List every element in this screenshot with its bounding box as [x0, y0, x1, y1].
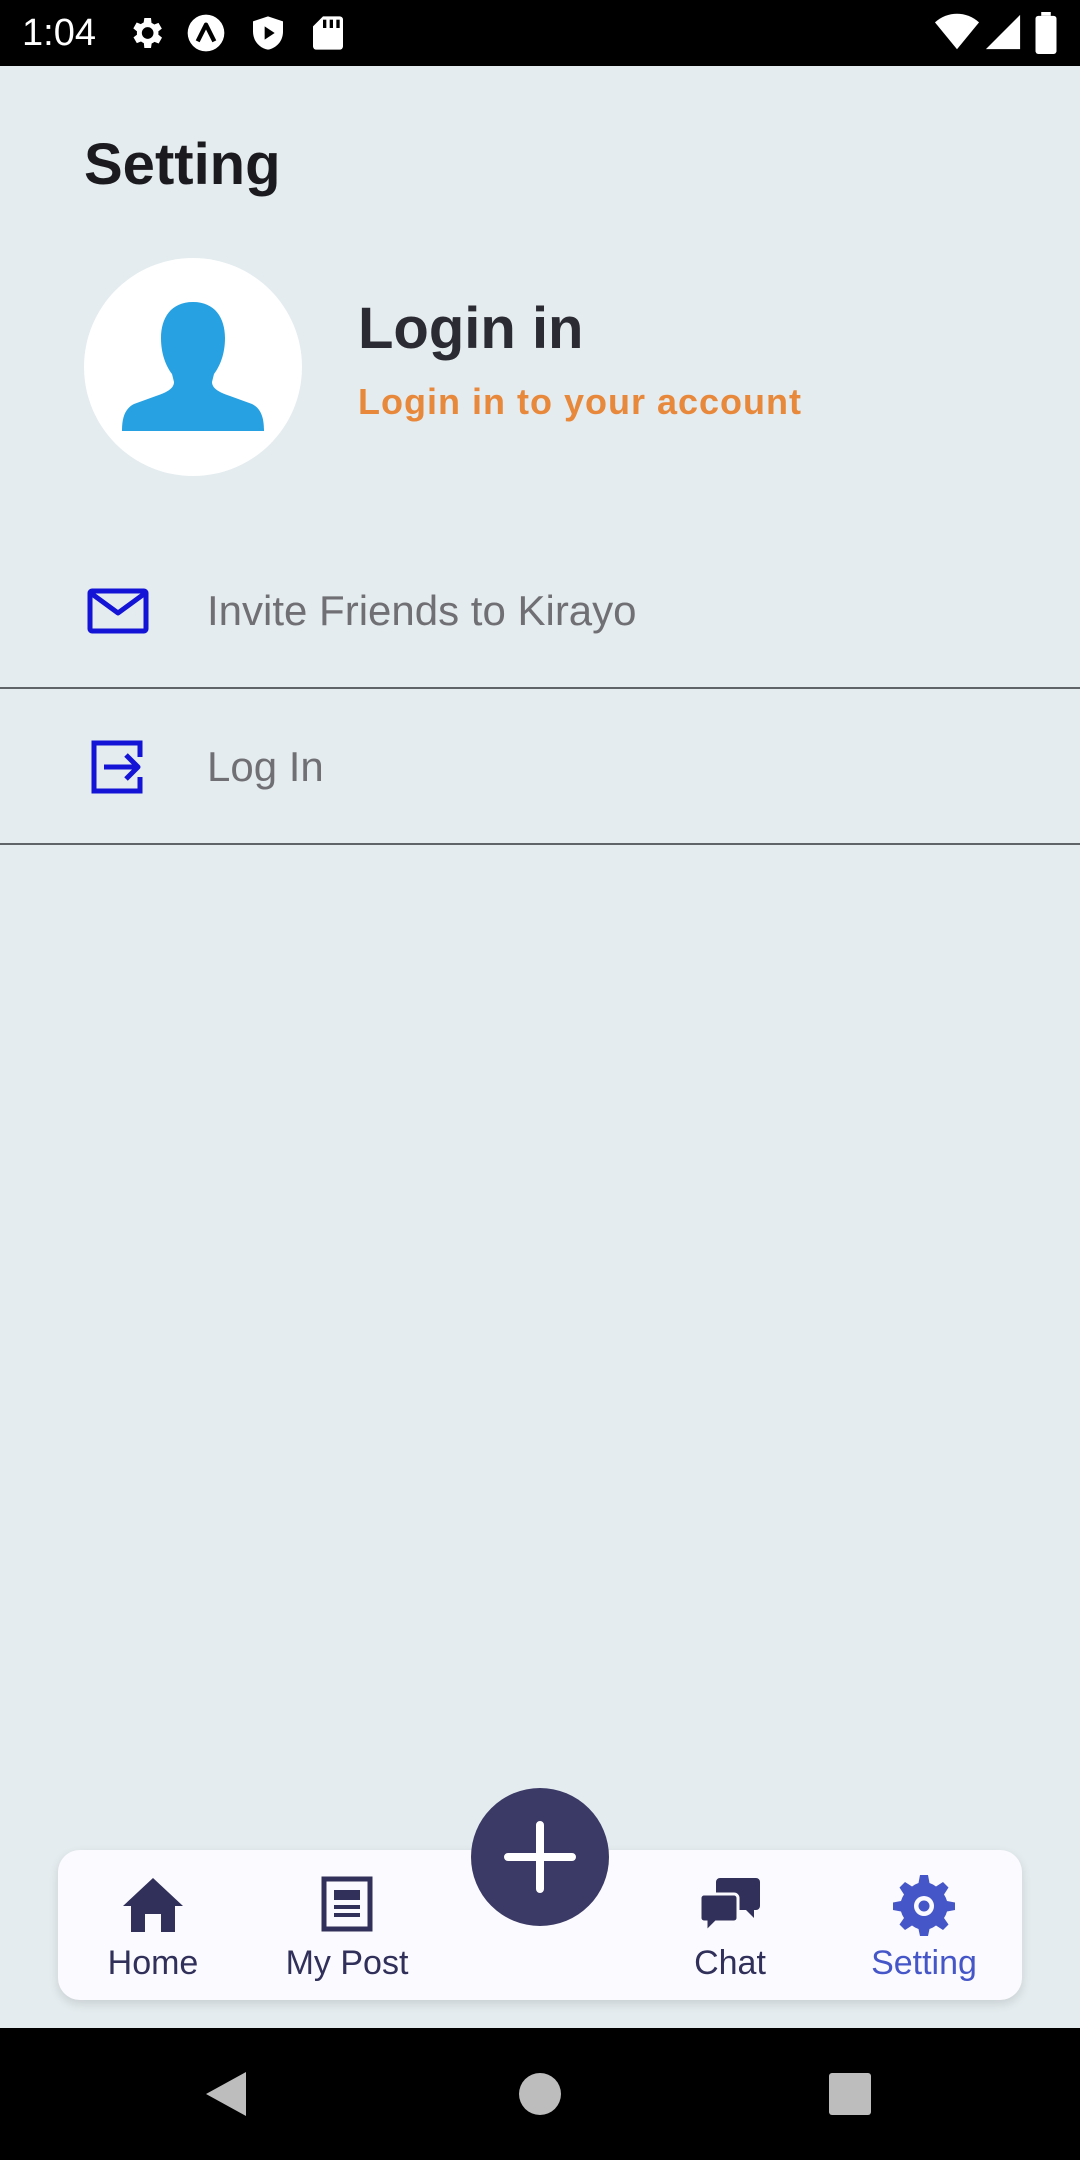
home-nav-icon[interactable] — [512, 2066, 568, 2122]
plus-icon — [504, 1821, 576, 1893]
nav-item-setting[interactable]: Setting — [834, 1850, 1014, 2000]
nav-item-my-post[interactable]: My Post — [257, 1850, 437, 2000]
profile-title[interactable]: Login in — [358, 294, 584, 364]
nav-label-setting: Setting — [871, 1944, 977, 1982]
nav-label-my-post: My Post — [285, 1944, 409, 1982]
mail-icon — [87, 588, 149, 634]
nav-item-chat[interactable]: Chat — [640, 1850, 820, 2000]
battery-icon — [1035, 12, 1057, 54]
add-post-button[interactable] — [471, 1788, 609, 1926]
system-nav-bar — [0, 2028, 1080, 2160]
shield-play-icon — [253, 16, 283, 50]
post-icon — [321, 1876, 373, 1932]
wifi-icon — [934, 13, 980, 50]
menu-item-label: Log In — [207, 743, 324, 790]
user-avatar-icon — [122, 302, 264, 431]
signal-icon — [985, 14, 1021, 50]
nav-label-home: Home — [107, 1944, 199, 1982]
profile-subtitle[interactable]: Login in to your account — [358, 380, 802, 424]
status-time: 1:04 — [22, 12, 96, 54]
sd-card-icon — [313, 16, 343, 50]
chat-icon — [698, 1878, 760, 1936]
recents-icon[interactable] — [822, 2066, 878, 2122]
menu-item-invite[interactable]: Invite Friends to Kirayo — [0, 533, 1080, 689]
nav-item-home[interactable]: Home — [63, 1850, 243, 2000]
avatar[interactable] — [84, 258, 302, 476]
nav-label-chat: Chat — [694, 1944, 766, 1982]
gear-icon — [133, 18, 162, 48]
page-title: Setting — [84, 132, 281, 197]
login-icon — [91, 740, 143, 794]
home-icon — [123, 1878, 183, 1932]
back-icon[interactable] — [198, 2066, 254, 2122]
settings-icon — [893, 1875, 955, 1936]
a-logo-icon — [187, 14, 225, 52]
menu-item-login[interactable]: Log In — [0, 689, 1080, 845]
menu-item-label: Invite Friends to Kirayo — [207, 587, 637, 634]
status-bar: 1:04 — [0, 0, 1080, 66]
